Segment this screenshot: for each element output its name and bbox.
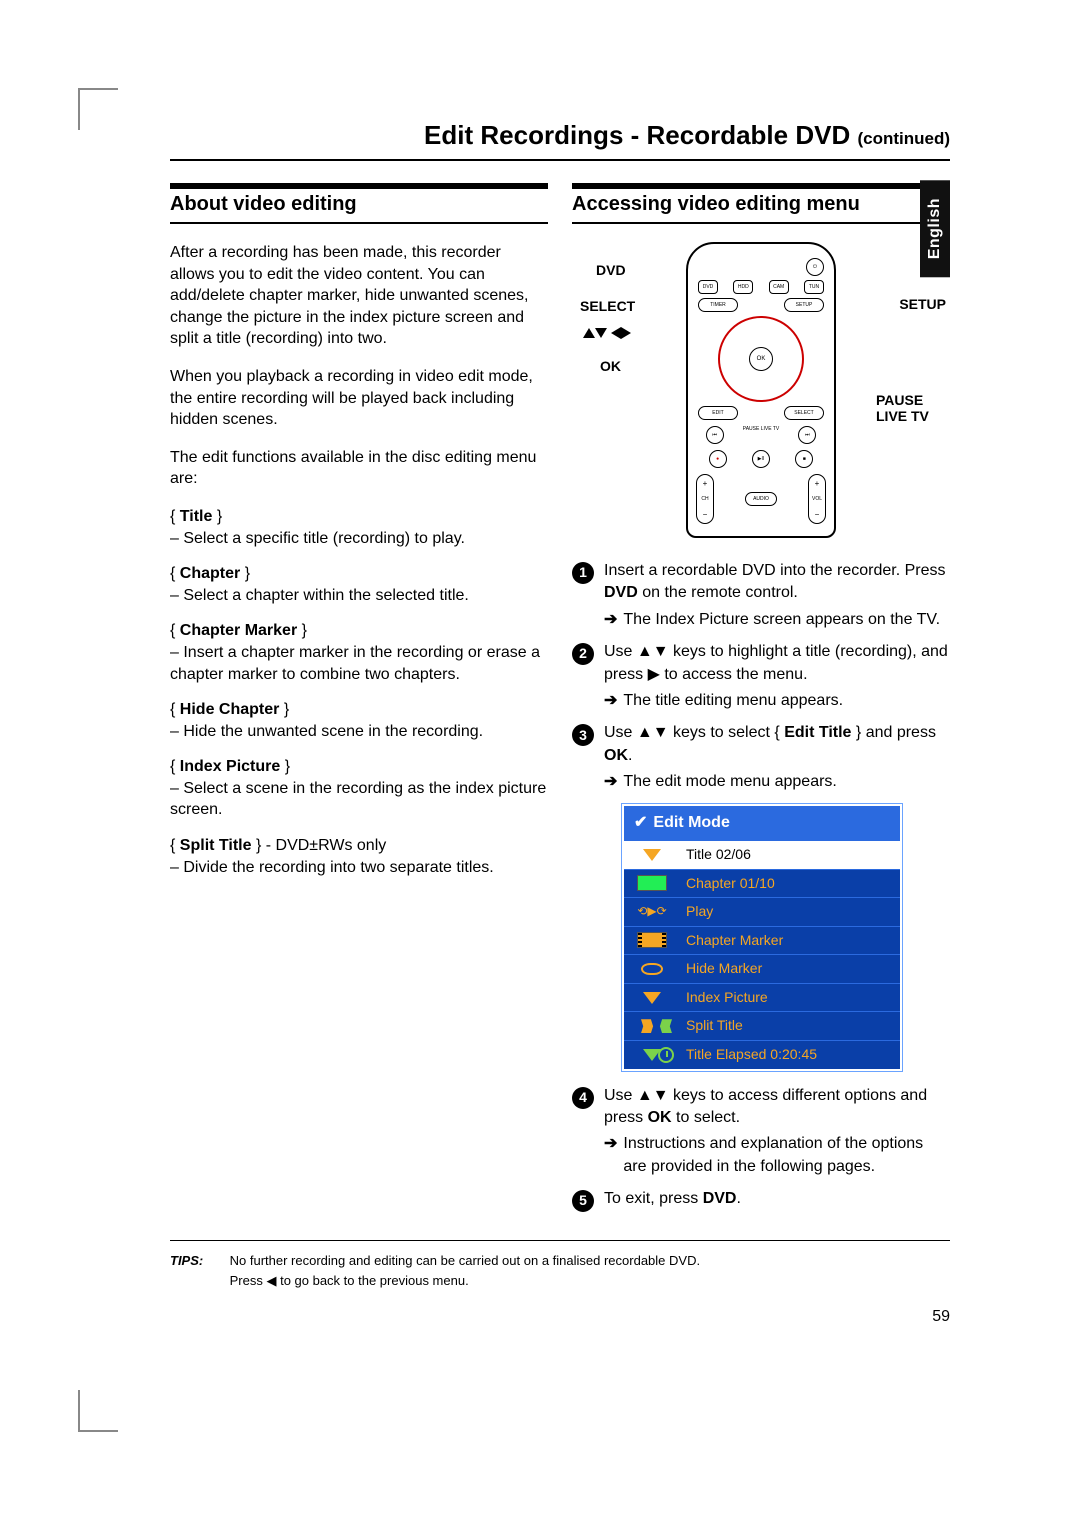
label-pause-live-tv: PAUSE LIVE TV: [876, 392, 956, 424]
label-dvd: DVD: [596, 262, 626, 278]
label-select: SELECT: [580, 298, 635, 314]
fn-index-picture: { Index Picture } – Select a scene in th…: [170, 756, 548, 821]
page-title: Edit Recordings - Recordable DVD (contin…: [170, 120, 950, 161]
fn-title: { Title } – Select a specific title (rec…: [170, 506, 548, 549]
dpad: OK: [718, 316, 804, 402]
split-title-icon: [641, 1019, 663, 1033]
about-p1: After a recording has been made, this re…: [170, 242, 548, 350]
label-arrows: [572, 324, 642, 340]
section-heading-accessing: Accessing video editing menu: [572, 183, 950, 224]
tips-label: TIPS:: [170, 1251, 226, 1271]
split-title-icon: [650, 1019, 672, 1033]
tips-text: No further recording and editing can be …: [230, 1251, 948, 1290]
step-1: 1 Insert a recordable DVD into the recor…: [572, 560, 950, 631]
remote-diagram: DVD SELECT OK SETUP PAUSE LIVE TV ⏻ DVD …: [572, 242, 950, 538]
right-column: Accessing video editing menu DVD SELECT …: [572, 183, 950, 1222]
result-arrow-icon: ➔: [604, 609, 617, 631]
menu-row-index-picture: Index Picture: [624, 983, 900, 1012]
chapter-marker-icon: [637, 932, 667, 948]
fn-chapter-marker: { Chapter Marker } – Insert a chapter ma…: [170, 620, 548, 685]
two-column-layout: About video editing After a recording ha…: [170, 183, 950, 1222]
left-column: About video editing After a recording ha…: [170, 183, 548, 1222]
manual-page: English Edit Recordings - Recordable DVD…: [0, 0, 1080, 1524]
result-arrow-icon: ➔: [604, 771, 617, 793]
step-4: 4 Use ▲▼ keys to access different option…: [572, 1085, 950, 1179]
chapter-icon: [637, 875, 667, 891]
fn-hide-chapter: { Hide Chapter } – Hide the unwanted sce…: [170, 699, 548, 742]
index-picture-icon: [643, 992, 661, 1004]
hide-marker-icon: [641, 963, 663, 975]
step-number-icon: 4: [572, 1087, 594, 1109]
menu-row-play: ⟲▶⟳Play: [624, 897, 900, 926]
about-p2: When you playback a recording in video e…: [170, 366, 548, 431]
step-2: 2 Use ▲▼ keys to highlight a title (reco…: [572, 641, 950, 712]
about-p3: The edit functions available in the disc…: [170, 447, 548, 490]
step-3: 3 Use ▲▼ keys to select { Edit Title } a…: [572, 722, 950, 793]
step-5: 5 To exit, press DVD.: [572, 1188, 950, 1212]
title-icon: [643, 849, 661, 861]
edit-mode-header: ✔Edit Mode: [624, 806, 900, 840]
menu-row-split-title: Split Title: [624, 1011, 900, 1040]
result-arrow-icon: ➔: [604, 690, 617, 712]
step-number-icon: 2: [572, 643, 594, 665]
step-list: 1 Insert a recordable DVD into the recor…: [572, 560, 950, 1212]
fn-split-title: { Split Title } - DVD±RWs only – Divide …: [170, 835, 548, 878]
step-number-icon: 5: [572, 1190, 594, 1212]
play-icon: ⟲▶⟳: [624, 899, 680, 925]
result-arrow-icon: ➔: [604, 1133, 617, 1178]
menu-row-title-elapsed: Title Elapsed 0:20:45: [624, 1040, 900, 1069]
page-number: 59: [170, 1308, 950, 1326]
label-ok: OK: [600, 358, 621, 374]
check-icon: ✔: [634, 812, 647, 834]
crop-mark: [78, 90, 118, 130]
tips-footer: TIPS: No further recording and editing c…: [170, 1240, 950, 1290]
step-number-icon: 1: [572, 562, 594, 584]
label-setup: SETUP: [899, 296, 946, 312]
ok-button: OK: [749, 347, 773, 371]
menu-row-hide-marker: Hide Marker: [624, 954, 900, 983]
page-title-main: Edit Recordings - Recordable DVD: [424, 120, 857, 150]
menu-row-chapter: Chapter 01/10: [624, 869, 900, 898]
crop-mark: [78, 1390, 118, 1430]
menu-row-chapter-marker: Chapter Marker: [624, 926, 900, 955]
edit-mode-menu: ✔Edit Mode Title 02/06 Chapter 01/10 ⟲▶⟳…: [622, 804, 902, 1071]
clock-icon: [658, 1047, 674, 1063]
fn-chapter: { Chapter } – Select a chapter within th…: [170, 563, 548, 606]
menu-row-title: Title 02/06: [624, 840, 900, 869]
section-heading-about: About video editing: [170, 183, 548, 224]
page-title-continued: (continued): [857, 129, 950, 148]
step-number-icon: 3: [572, 724, 594, 746]
